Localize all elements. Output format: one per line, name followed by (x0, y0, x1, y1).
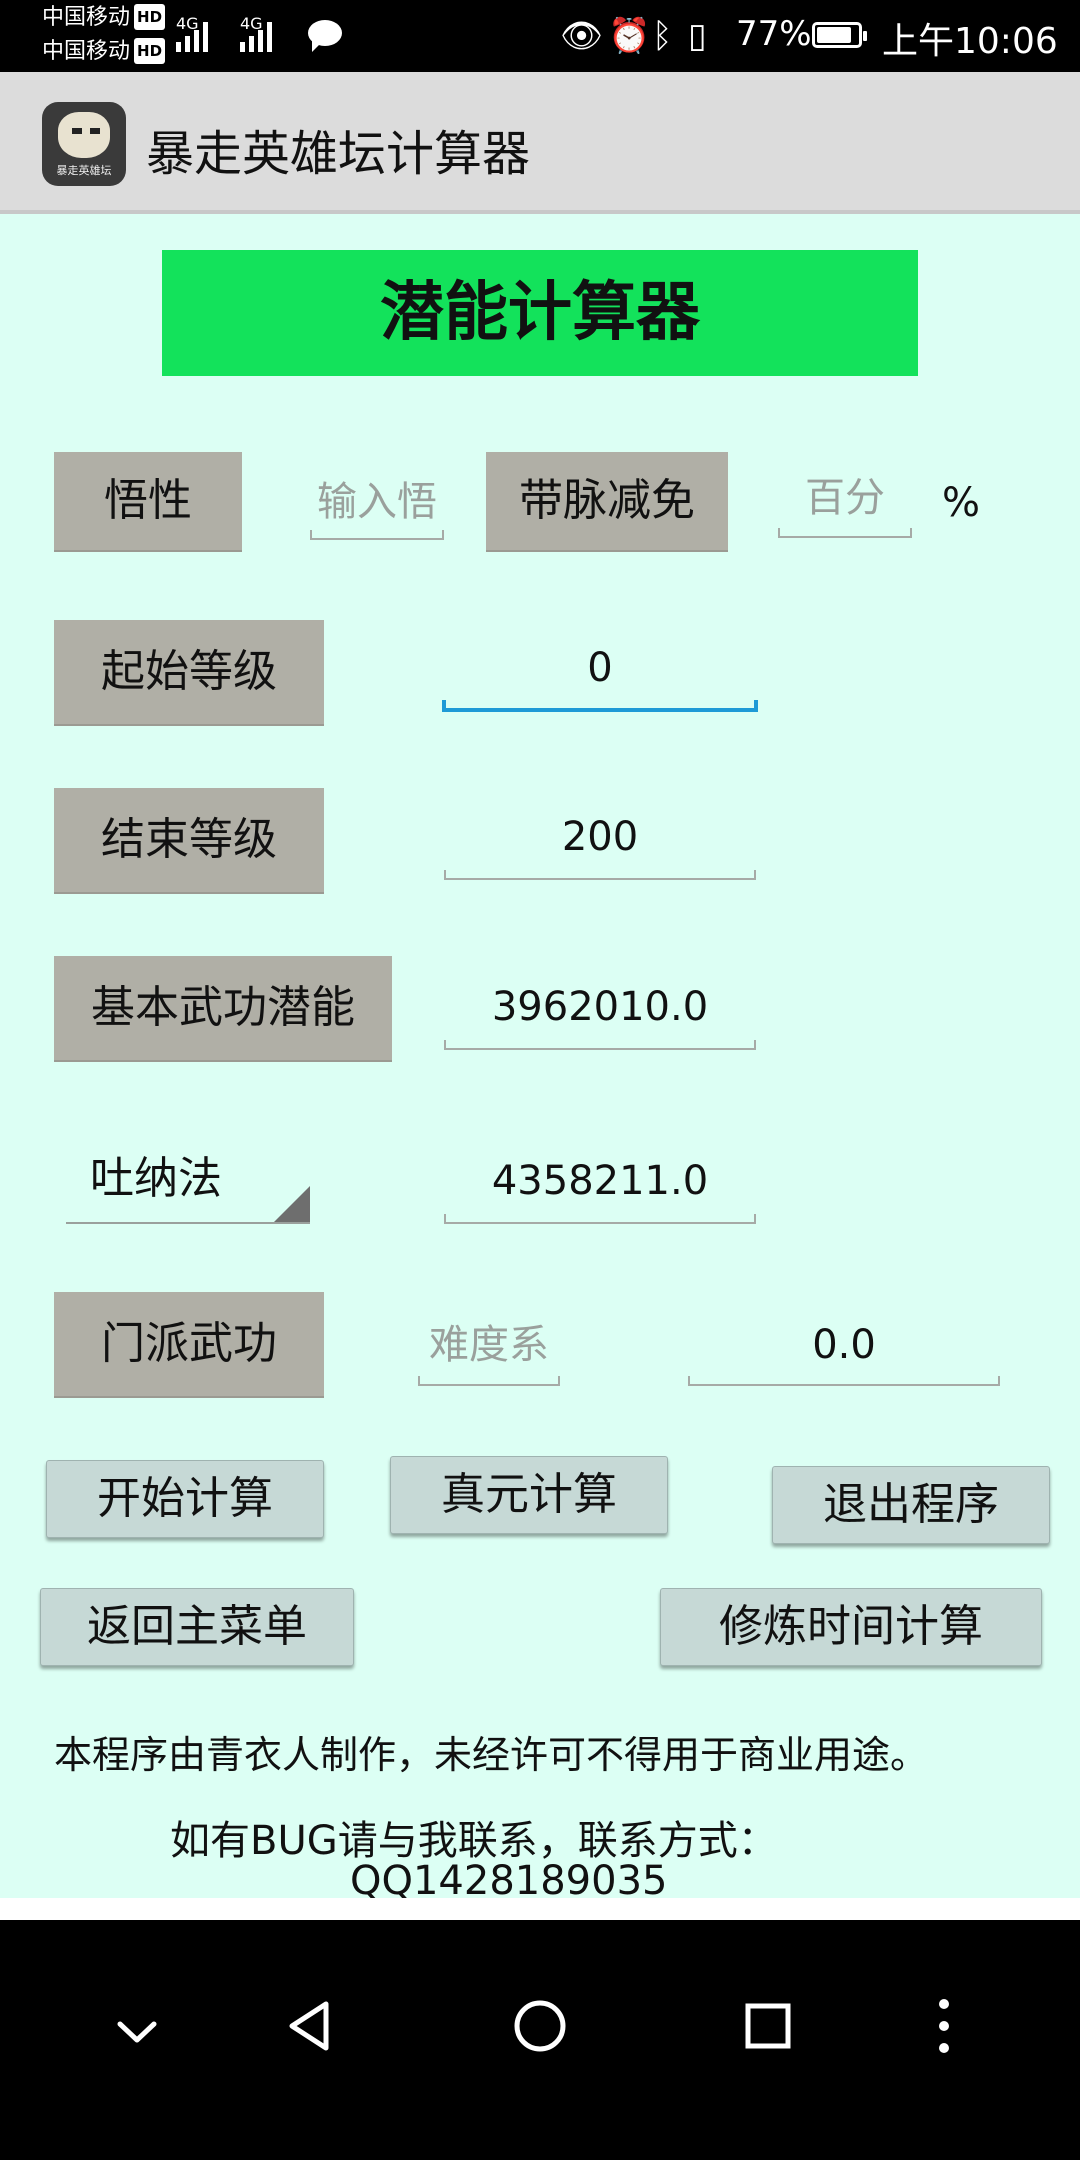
vibrate-icon: ▯ (688, 16, 707, 56)
start-calc-button[interactable]: 开始计算 (46, 1460, 324, 1538)
wuxing-input[interactable]: 输入悟 (310, 466, 444, 540)
base-potential-button[interactable]: 基本武功潜能 (54, 956, 392, 1060)
app-logo-icon: 暴走英雄坛 (42, 102, 126, 186)
main-menu-button[interactable]: 返回主菜单 (40, 1588, 354, 1666)
sect-skill-button[interactable]: 门派武功 (54, 1292, 324, 1396)
recent-apps-icon[interactable] (740, 1998, 796, 2054)
technique-dropdown[interactable]: 吐纳法 (66, 1128, 310, 1224)
training-time-button[interactable]: 修炼时间计算 (660, 1588, 1042, 1666)
content-bottom-edge (0, 1898, 1080, 1920)
difficulty-placeholder: 难度系 (429, 1322, 549, 1368)
base-potential-value[interactable]: 3962010.0 (444, 966, 756, 1050)
contact-qq-clip: QQ1428189035 (0, 1858, 1080, 1898)
home-icon[interactable] (508, 1994, 572, 2058)
copyright-notice: 本程序由青衣人制作，未经许可不得用于商业用途。 (54, 1733, 929, 1777)
page-title-banner: 潜能计算器 (162, 250, 918, 376)
technique-selected-label: 吐纳法 (90, 1153, 222, 1204)
carrier-label-2: 中国移动 HD (42, 38, 166, 65)
status-bar: 中国移动 HD 中国移动 HD 4G 4G 👁 ⏰ ᛒ ▯ 77% 上午10:06 (0, 0, 1080, 72)
technique-value[interactable]: 4358211.0 (444, 1140, 756, 1224)
end-level-input[interactable]: 200 (444, 796, 756, 880)
contact-qq: QQ1428189035 (350, 1858, 668, 1898)
clock: 上午10:06 (882, 21, 1058, 62)
battery-percent: 77% (736, 14, 812, 54)
app-bar: 暴走英雄坛 暴走英雄坛计算器 (0, 72, 1080, 214)
daimai-reduction-button[interactable]: 带脉减免 (486, 452, 728, 550)
dropdown-arrow-icon (274, 1186, 310, 1222)
navigation-bar (0, 1920, 1080, 2160)
collapse-chevron-icon[interactable] (112, 2008, 162, 2058)
app-title: 暴走英雄坛计算器 (146, 126, 531, 182)
signal-icon-1: 4G (176, 14, 208, 52)
content-area: 潜能计算器 悟性 输入悟 带脉减免 百分 % 起始等级 0 结束等级 200 基… (0, 214, 1080, 1898)
daimai-percent-input[interactable]: 百分 (778, 460, 912, 538)
back-icon[interactable] (282, 1996, 342, 2056)
exit-button[interactable]: 退出程序 (772, 1466, 1050, 1544)
app-logo-caption: 暴走英雄坛 (56, 164, 112, 177)
daimai-placeholder: 百分 (805, 475, 885, 521)
signal-icon-2: 4G (240, 14, 272, 52)
carrier-label-1: 中国移动 HD (42, 4, 166, 31)
bluetooth-icon: ᛒ (652, 16, 673, 56)
more-options-icon[interactable] (926, 1992, 962, 2060)
sect-skill-value[interactable]: 0.0 (688, 1306, 1000, 1386)
difficulty-input[interactable]: 难度系 (418, 1306, 560, 1386)
battery-icon (812, 22, 867, 48)
zhenyuan-calc-button[interactable]: 真元计算 (390, 1456, 668, 1534)
end-level-button[interactable]: 结束等级 (54, 788, 324, 892)
eye-icon: 👁 (560, 16, 604, 56)
message-icon (308, 20, 342, 52)
alarm-icon: ⏰ (608, 16, 651, 56)
wuxing-placeholder: 输入悟 (317, 479, 437, 525)
wuxing-button[interactable]: 悟性 (54, 452, 242, 550)
percent-sign: % (942, 480, 981, 526)
start-level-input[interactable]: 0 (442, 628, 758, 712)
start-level-button[interactable]: 起始等级 (54, 620, 324, 724)
